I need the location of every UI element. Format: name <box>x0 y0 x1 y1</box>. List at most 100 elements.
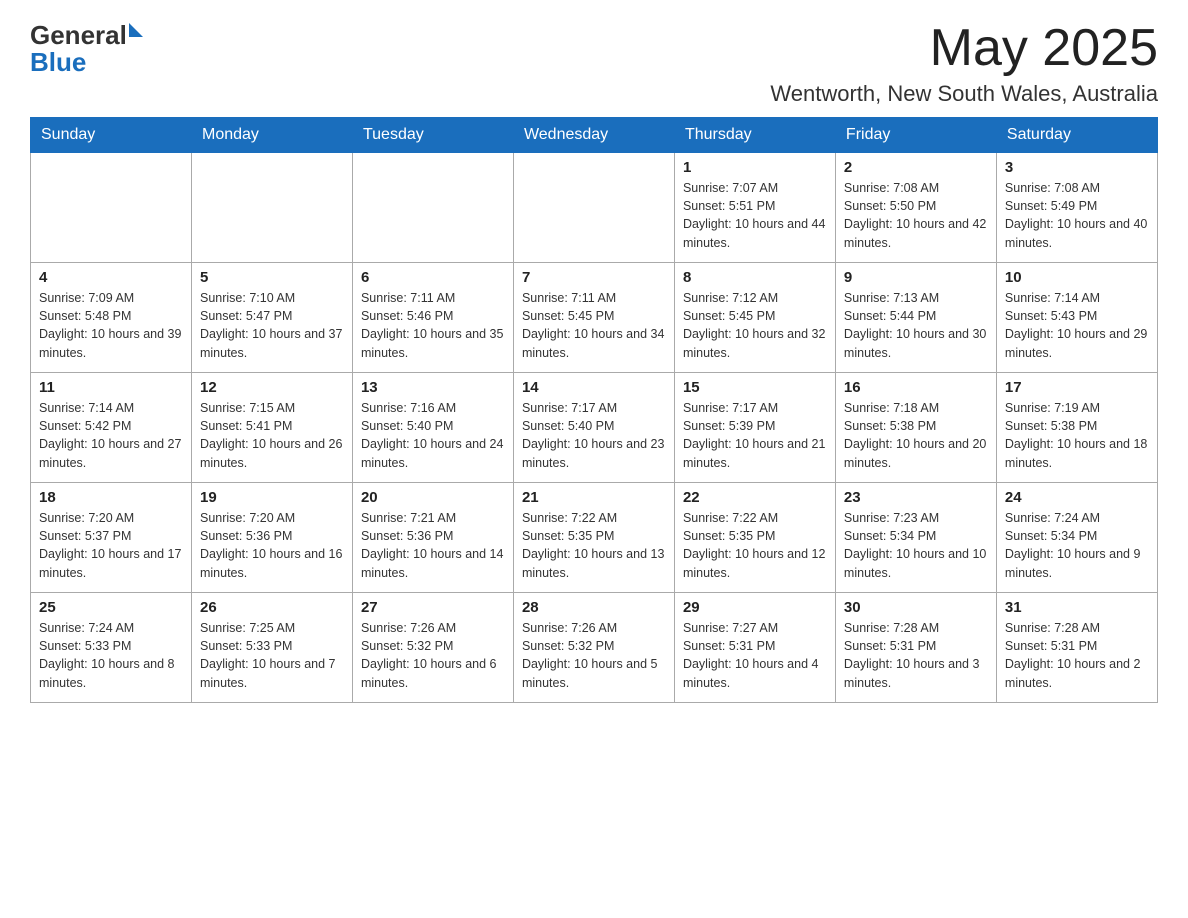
day-info: Sunrise: 7:17 AM Sunset: 5:39 PM Dayligh… <box>683 399 827 472</box>
day-info: Sunrise: 7:17 AM Sunset: 5:40 PM Dayligh… <box>522 399 666 472</box>
day-number: 28 <box>522 599 666 616</box>
calendar-week-row: 1Sunrise: 7:07 AM Sunset: 5:51 PM Daylig… <box>31 153 1158 263</box>
calendar-cell: 10 Sunrise: 7:14 AM Sunset: 5:43 PM Dayli… <box>996 263 1157 373</box>
day-info: Sunrise: 7:14 AM Sunset: 5:42 PM Dayligh… <box>39 399 183 472</box>
day-number: 23 <box>844 489 988 506</box>
day-number: 2 <box>844 159 988 176</box>
day-info: Sunrise: 7:08 AM Sunset: 5:49 PM Dayligh… <box>1005 179 1149 252</box>
calendar-cell: 23 Sunrise: 7:23 AM Sunset: 5:34 PM Dayli… <box>835 483 996 593</box>
calendar-cell: 30 Sunrise: 7:28 AM Sunset: 5:31 PM Dayli… <box>835 593 996 703</box>
calendar-cell: 17Sunrise: 7:19 AM Sunset: 5:38 PM Dayli… <box>996 373 1157 483</box>
day-info: Sunrise: 7:09 AM Sunset: 5:48 PM Dayligh… <box>39 289 183 362</box>
day-info: Sunrise: 7:28 AM Sunset: 5:31 PM Dayligh… <box>1005 619 1149 692</box>
calendar-table: SundayMondayTuesdayWednesdayThursdayFrid… <box>30 117 1158 703</box>
calendar-header-row: SundayMondayTuesdayWednesdayThursdayFrid… <box>31 118 1158 153</box>
day-info: Sunrise: 7:20 AM Sunset: 5:36 PM Dayligh… <box>200 509 344 582</box>
logo-triangle-icon <box>129 23 143 37</box>
calendar-cell: 1Sunrise: 7:07 AM Sunset: 5:51 PM Daylig… <box>674 153 835 263</box>
day-info: Sunrise: 7:16 AM Sunset: 5:40 PM Dayligh… <box>361 399 505 472</box>
day-info: Sunrise: 7:21 AM Sunset: 5:36 PM Dayligh… <box>361 509 505 582</box>
day-info: Sunrise: 7:20 AM Sunset: 5:37 PM Dayligh… <box>39 509 183 582</box>
day-info: Sunrise: 7:24 AM Sunset: 5:33 PM Dayligh… <box>39 619 183 692</box>
location-subtitle: Wentworth, New South Wales, Australia <box>770 81 1158 107</box>
calendar-cell: 24 Sunrise: 7:24 AM Sunset: 5:34 PM Dayli… <box>996 483 1157 593</box>
calendar-cell: 12 Sunrise: 7:15 AM Sunset: 5:41 PM Dayli… <box>191 373 352 483</box>
day-number: 8 <box>683 269 827 286</box>
logo-blue: Blue <box>30 47 86 78</box>
day-info: Sunrise: 7:27 AM Sunset: 5:31 PM Dayligh… <box>683 619 827 692</box>
day-number: 15 <box>683 379 827 396</box>
day-number: 10 <box>1005 269 1149 286</box>
day-number: 31 <box>1005 599 1149 616</box>
calendar-cell: 22Sunrise: 7:22 AM Sunset: 5:35 PM Dayli… <box>674 483 835 593</box>
logo: General Blue <box>30 20 143 78</box>
day-info: Sunrise: 7:28 AM Sunset: 5:31 PM Dayligh… <box>844 619 988 692</box>
calendar-cell: 4 Sunrise: 7:09 AM Sunset: 5:48 PM Daylig… <box>31 263 192 373</box>
calendar-cell: 3Sunrise: 7:08 AM Sunset: 5:49 PM Daylig… <box>996 153 1157 263</box>
day-number: 4 <box>39 269 183 286</box>
day-number: 19 <box>200 489 344 506</box>
day-number: 25 <box>39 599 183 616</box>
day-number: 12 <box>200 379 344 396</box>
calendar-cell: 25 Sunrise: 7:24 AM Sunset: 5:33 PM Dayli… <box>31 593 192 703</box>
day-info: Sunrise: 7:07 AM Sunset: 5:51 PM Dayligh… <box>683 179 827 252</box>
day-number: 21 <box>522 489 666 506</box>
calendar-header-monday: Monday <box>191 118 352 153</box>
day-number: 14 <box>522 379 666 396</box>
calendar-cell: 18Sunrise: 7:20 AM Sunset: 5:37 PM Dayli… <box>31 483 192 593</box>
calendar-header-friday: Friday <box>835 118 996 153</box>
month-year-title: May 2025 <box>770 20 1158 77</box>
day-info: Sunrise: 7:18 AM Sunset: 5:38 PM Dayligh… <box>844 399 988 472</box>
day-info: Sunrise: 7:13 AM Sunset: 5:44 PM Dayligh… <box>844 289 988 362</box>
calendar-cell: 14 Sunrise: 7:17 AM Sunset: 5:40 PM Dayli… <box>513 373 674 483</box>
title-area: May 2025 Wentworth, New South Wales, Aus… <box>770 20 1158 107</box>
day-info: Sunrise: 7:26 AM Sunset: 5:32 PM Dayligh… <box>522 619 666 692</box>
day-info: Sunrise: 7:12 AM Sunset: 5:45 PM Dayligh… <box>683 289 827 362</box>
day-info: Sunrise: 7:15 AM Sunset: 5:41 PM Dayligh… <box>200 399 344 472</box>
day-info: Sunrise: 7:26 AM Sunset: 5:32 PM Dayligh… <box>361 619 505 692</box>
day-info: Sunrise: 7:25 AM Sunset: 5:33 PM Dayligh… <box>200 619 344 692</box>
calendar-header-sunday: Sunday <box>31 118 192 153</box>
day-number: 11 <box>39 379 183 396</box>
day-info: Sunrise: 7:22 AM Sunset: 5:35 PM Dayligh… <box>683 509 827 582</box>
calendar-cell: 27 Sunrise: 7:26 AM Sunset: 5:32 PM Dayli… <box>352 593 513 703</box>
calendar-cell <box>191 153 352 263</box>
calendar-header-saturday: Saturday <box>996 118 1157 153</box>
calendar-cell: 5Sunrise: 7:10 AM Sunset: 5:47 PM Daylig… <box>191 263 352 373</box>
day-info: Sunrise: 7:10 AM Sunset: 5:47 PM Dayligh… <box>200 289 344 362</box>
calendar-cell: 8 Sunrise: 7:12 AM Sunset: 5:45 PM Daylig… <box>674 263 835 373</box>
day-number: 30 <box>844 599 988 616</box>
day-number: 27 <box>361 599 505 616</box>
calendar-cell: 26 Sunrise: 7:25 AM Sunset: 5:33 PM Dayli… <box>191 593 352 703</box>
calendar-cell: 7Sunrise: 7:11 AM Sunset: 5:45 PM Daylig… <box>513 263 674 373</box>
calendar-cell: 16 Sunrise: 7:18 AM Sunset: 5:38 PM Dayli… <box>835 373 996 483</box>
day-info: Sunrise: 7:23 AM Sunset: 5:34 PM Dayligh… <box>844 509 988 582</box>
day-info: Sunrise: 7:22 AM Sunset: 5:35 PM Dayligh… <box>522 509 666 582</box>
calendar-cell: 21 Sunrise: 7:22 AM Sunset: 5:35 PM Dayli… <box>513 483 674 593</box>
calendar-cell: 31 Sunrise: 7:28 AM Sunset: 5:31 PM Dayli… <box>996 593 1157 703</box>
day-number: 20 <box>361 489 505 506</box>
calendar-cell: 6 Sunrise: 7:11 AM Sunset: 5:46 PM Daylig… <box>352 263 513 373</box>
day-info: Sunrise: 7:14 AM Sunset: 5:43 PM Dayligh… <box>1005 289 1149 362</box>
day-number: 13 <box>361 379 505 396</box>
day-number: 6 <box>361 269 505 286</box>
calendar-cell: 2 Sunrise: 7:08 AM Sunset: 5:50 PM Daylig… <box>835 153 996 263</box>
calendar-week-row: 25 Sunrise: 7:24 AM Sunset: 5:33 PM Dayli… <box>31 593 1158 703</box>
calendar-cell <box>352 153 513 263</box>
calendar-cell: 13 Sunrise: 7:16 AM Sunset: 5:40 PM Dayli… <box>352 373 513 483</box>
calendar-cell <box>31 153 192 263</box>
calendar-header-thursday: Thursday <box>674 118 835 153</box>
day-info: Sunrise: 7:19 AM Sunset: 5:38 PM Dayligh… <box>1005 399 1149 472</box>
calendar-header-wednesday: Wednesday <box>513 118 674 153</box>
calendar-cell: 11 Sunrise: 7:14 AM Sunset: 5:42 PM Dayli… <box>31 373 192 483</box>
calendar-cell <box>513 153 674 263</box>
calendar-cell: 15 Sunrise: 7:17 AM Sunset: 5:39 PM Dayli… <box>674 373 835 483</box>
calendar-cell: 29Sunrise: 7:27 AM Sunset: 5:31 PM Dayli… <box>674 593 835 703</box>
calendar-header-tuesday: Tuesday <box>352 118 513 153</box>
day-number: 16 <box>844 379 988 396</box>
day-number: 24 <box>1005 489 1149 506</box>
day-info: Sunrise: 7:11 AM Sunset: 5:46 PM Dayligh… <box>361 289 505 362</box>
day-number: 26 <box>200 599 344 616</box>
day-info: Sunrise: 7:24 AM Sunset: 5:34 PM Dayligh… <box>1005 509 1149 582</box>
day-info: Sunrise: 7:08 AM Sunset: 5:50 PM Dayligh… <box>844 179 988 252</box>
